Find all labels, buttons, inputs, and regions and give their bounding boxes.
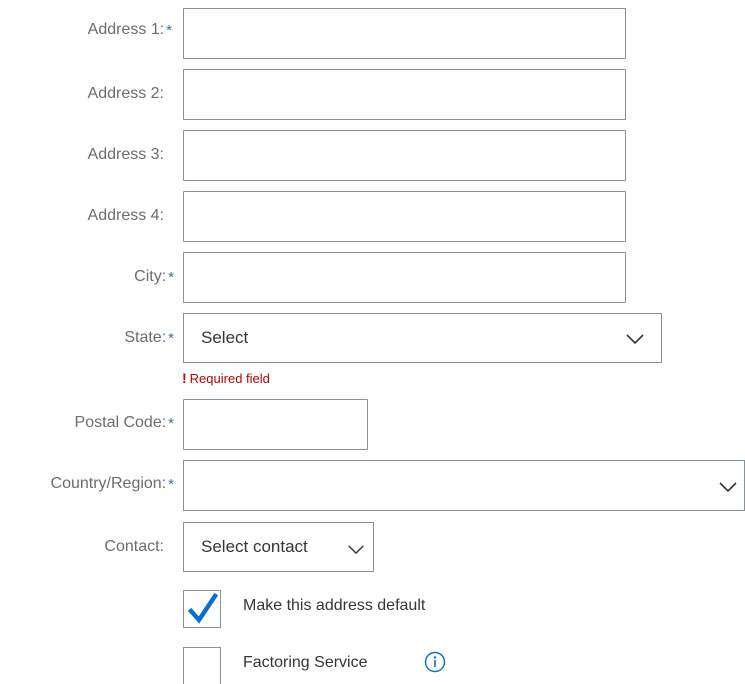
address2-label: Address 2: xyxy=(87,85,164,102)
make-default-checkbox[interactable] xyxy=(183,590,221,628)
required-marker: * xyxy=(168,329,174,347)
address1-label: Address 1: * xyxy=(87,21,172,39)
required-marker: * xyxy=(168,268,174,286)
state-error-message: ! Required field xyxy=(182,370,270,386)
contact-select[interactable]: Select contact xyxy=(183,522,374,572)
error-icon: ! xyxy=(182,370,187,386)
make-default-label: Make this address default xyxy=(243,597,426,614)
country-region-label: Country/Region: * xyxy=(50,475,174,493)
address1-input[interactable] xyxy=(183,8,626,59)
chevron-down-icon xyxy=(348,545,364,555)
state-label: State: * xyxy=(124,329,174,347)
state-select-value: Select xyxy=(201,328,249,347)
address3-input[interactable] xyxy=(183,130,626,181)
chevron-down-icon xyxy=(626,334,644,345)
address4-input[interactable] xyxy=(183,191,626,242)
checkmark-icon xyxy=(188,593,218,624)
contact-select-value: Select contact xyxy=(201,537,308,556)
postal-code-input[interactable] xyxy=(183,399,368,450)
city-label: City: * xyxy=(134,268,174,286)
address2-input[interactable] xyxy=(183,69,626,120)
address3-label: Address 3: xyxy=(87,146,164,163)
factoring-service-checkbox[interactable] xyxy=(183,647,221,684)
city-input[interactable] xyxy=(183,252,626,303)
factoring-service-label: Factoring Service xyxy=(243,654,368,671)
state-select[interactable]: Select xyxy=(183,313,662,363)
postal-code-label: Postal Code: * xyxy=(74,414,174,432)
chevron-down-icon xyxy=(719,482,737,493)
required-marker: * xyxy=(168,414,174,432)
info-icon[interactable] xyxy=(424,651,446,673)
address4-label: Address 4: xyxy=(87,207,164,224)
required-marker: * xyxy=(168,475,174,493)
country-region-select[interactable] xyxy=(183,460,745,511)
contact-label: Contact: xyxy=(104,538,164,555)
required-marker: * xyxy=(166,21,172,39)
